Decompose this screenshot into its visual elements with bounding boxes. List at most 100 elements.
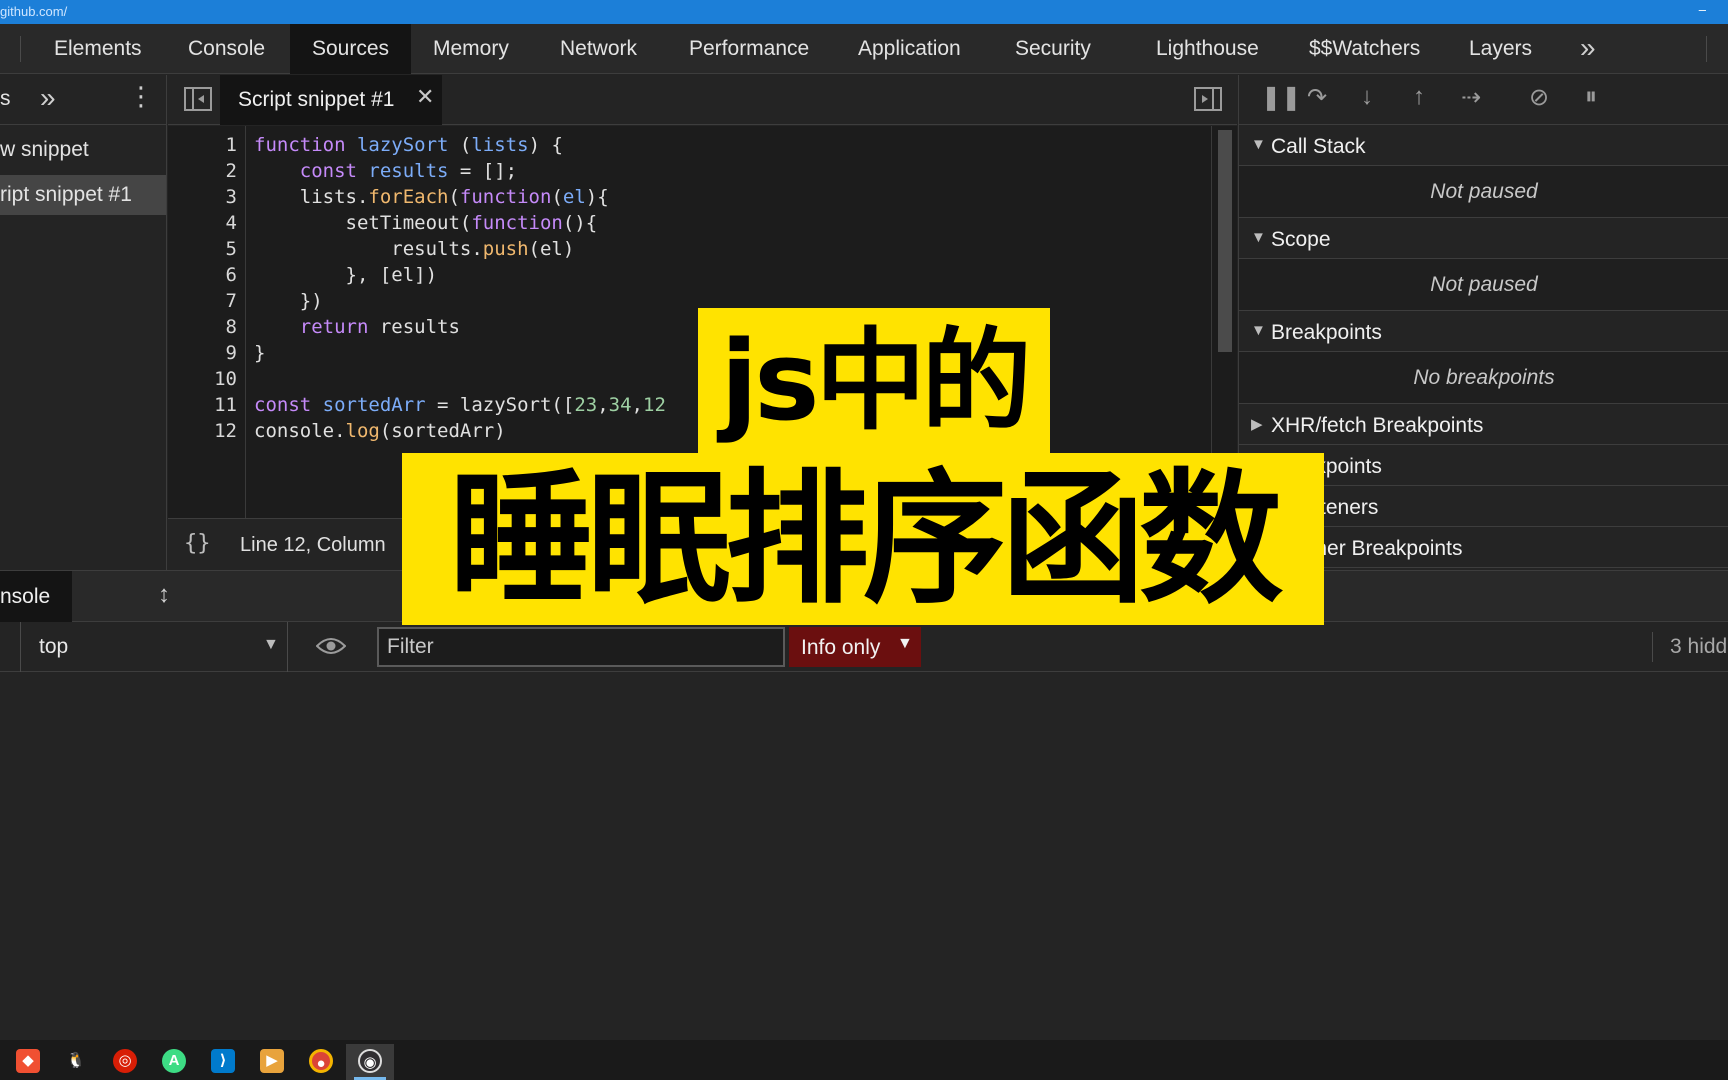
line-number: 10 bbox=[177, 366, 237, 392]
console-output[interactable] bbox=[0, 672, 1728, 1040]
line-number: 7 bbox=[177, 288, 237, 314]
navigator-tab-snippets[interactable]: s bbox=[0, 87, 11, 111]
code-token: (sortedArr) bbox=[380, 420, 506, 442]
code-token: }, [el]) bbox=[254, 264, 437, 286]
minimize-button[interactable]: – bbox=[1699, 2, 1706, 17]
console-toolbar: top ▼ Info only ▼ 3 hidd bbox=[0, 622, 1728, 672]
code-token: push bbox=[483, 238, 529, 260]
section-title: Breakpoints bbox=[1271, 321, 1382, 345]
editor-tab-strip: Script snippet #1 ✕ bbox=[168, 75, 1237, 125]
pretty-print-icon[interactable]: {} bbox=[184, 531, 211, 556]
qq-icon[interactable]: 🐧 bbox=[52, 1044, 100, 1080]
divider bbox=[20, 36, 21, 62]
chevron-down-icon: ▼ bbox=[263, 636, 279, 654]
debugger-section-header[interactable]: ▼ Breakpoints bbox=[1239, 312, 1728, 352]
debugger-section-header[interactable]: ▼Scope bbox=[1239, 219, 1728, 259]
code-token: results bbox=[380, 316, 460, 338]
divider bbox=[1652, 632, 1653, 662]
code-line[interactable]: }) bbox=[254, 288, 323, 314]
code-token: } bbox=[254, 342, 265, 364]
chrome-icon[interactable]: ● bbox=[297, 1044, 345, 1080]
eye-icon[interactable] bbox=[316, 636, 346, 656]
console-filter-input[interactable] bbox=[377, 627, 785, 667]
tab-security[interactable]: Security bbox=[1015, 24, 1091, 74]
new-snippet-item[interactable]: w snippet bbox=[0, 130, 166, 170]
code-line[interactable]: console.log(sortedArr) bbox=[254, 418, 506, 444]
drawer-tab-console[interactable]: nsole bbox=[0, 571, 72, 623]
android-studio-icon[interactable]: A bbox=[150, 1044, 198, 1080]
code-token: return bbox=[300, 316, 380, 338]
code-line[interactable]: results.push(el) bbox=[254, 236, 574, 262]
code-line[interactable]: }, [el]) bbox=[254, 262, 437, 288]
code-token: , bbox=[597, 394, 608, 416]
toggle-navigator-icon[interactable] bbox=[184, 87, 212, 111]
tab-watchers[interactable]: $$Watchers bbox=[1309, 24, 1420, 74]
debugger-toolbar: ❚❚ ↷ ↓ ↑ ⇢ ⊘ ⏸ bbox=[1239, 75, 1728, 125]
tab-elements[interactable]: Elements bbox=[54, 24, 142, 74]
editor-tab-snippet[interactable]: Script snippet #1 ✕ bbox=[220, 75, 442, 125]
code-line[interactable]: const sortedArr = lazySort([23,34,12 bbox=[254, 392, 666, 418]
debugger-section-header[interactable]: ▼Call Stack bbox=[1239, 126, 1728, 166]
drawer-tab-label: nsole bbox=[0, 585, 50, 609]
triangle-right-icon: ▶ bbox=[1251, 415, 1263, 433]
chevron-more-icon[interactable]: » bbox=[40, 82, 56, 114]
kebab-menu-icon[interactable]: ⋮ bbox=[128, 81, 154, 111]
tab-network[interactable]: Network bbox=[560, 24, 637, 74]
tab-layers[interactable]: Layers bbox=[1469, 24, 1532, 74]
tab-memory[interactable]: Memory bbox=[433, 24, 509, 74]
media-player-icon[interactable]: ▶ bbox=[248, 1044, 296, 1080]
tab-performance[interactable]: Performance bbox=[689, 24, 809, 74]
triangle-down-icon: ▼ bbox=[1251, 136, 1266, 153]
obs-icon[interactable]: ◉ bbox=[346, 1044, 394, 1080]
log-levels-dropdown[interactable]: Info only ▼ bbox=[789, 627, 921, 667]
netease-music-icon[interactable]: ◎ bbox=[101, 1044, 149, 1080]
tab-console[interactable]: Console bbox=[188, 24, 265, 74]
step-into-icon[interactable]: ↓ bbox=[1361, 83, 1373, 111]
os-taskbar: ◆ 🐧 ◎ A ⟩ ▶ ● ◉ bbox=[0, 1040, 1728, 1080]
pause-icon[interactable]: ❚❚ bbox=[1261, 83, 1301, 112]
code-token: console. bbox=[254, 420, 346, 442]
code-token: setTimeout( bbox=[254, 212, 471, 234]
step-over-icon[interactable]: ↷ bbox=[1307, 83, 1327, 112]
code-token: ( bbox=[551, 186, 562, 208]
pause-on-exceptions-icon[interactable]: ⏸ bbox=[1585, 83, 1597, 111]
toggle-debugger-icon[interactable] bbox=[1194, 87, 1222, 111]
tab-sources[interactable]: Sources bbox=[290, 24, 411, 74]
more-tabs-icon[interactable]: » bbox=[1580, 24, 1596, 74]
code-line[interactable]: setTimeout(function(){ bbox=[254, 210, 597, 236]
line-number: 2 bbox=[177, 158, 237, 184]
code-line[interactable]: } bbox=[254, 340, 265, 366]
code-line[interactable]: const results = []; bbox=[254, 158, 517, 184]
step-icon[interactable]: ⇢ bbox=[1461, 83, 1481, 112]
code-token: 23 bbox=[574, 394, 597, 416]
section-title: Scope bbox=[1271, 228, 1331, 252]
close-icon[interactable]: ✕ bbox=[416, 84, 434, 110]
code-line[interactable]: lists.forEach(function(el){ bbox=[254, 184, 609, 210]
snippet-file-item[interactable]: ript snippet #1 bbox=[0, 175, 166, 215]
execution-context-select[interactable]: top ▼ bbox=[20, 622, 288, 672]
code-token: results. bbox=[254, 238, 483, 260]
code-token: (el) bbox=[529, 238, 575, 260]
code-line[interactable]: function lazySort (lists) { bbox=[254, 132, 563, 158]
scrollbar-thumb[interactable] bbox=[1218, 130, 1232, 352]
code-token: forEach bbox=[368, 186, 448, 208]
debugger-section-header[interactable]: ▶XHR/fetch Breakpoints bbox=[1239, 405, 1728, 445]
tab-lighthouse[interactable]: Lighthouse bbox=[1156, 24, 1259, 74]
deactivate-breakpoints-icon[interactable]: ⊘ bbox=[1529, 83, 1549, 112]
line-number: 11 bbox=[177, 392, 237, 418]
divider bbox=[1706, 36, 1707, 62]
line-number: 3 bbox=[177, 184, 237, 210]
triangle-down-icon: ▼ bbox=[1251, 322, 1266, 339]
step-out-icon[interactable]: ↑ bbox=[1413, 83, 1425, 111]
code-token: (){ bbox=[563, 212, 597, 234]
hidden-messages-count: 3 hidd bbox=[1670, 635, 1727, 659]
vscode-icon[interactable]: ⟩ bbox=[199, 1044, 247, 1080]
chevron-down-icon: ▼ bbox=[897, 635, 913, 653]
code-line[interactable]: return results bbox=[254, 314, 460, 340]
code-token: log bbox=[346, 420, 380, 442]
git-icon[interactable]: ◆ bbox=[4, 1044, 52, 1080]
tab-application[interactable]: Application bbox=[858, 24, 961, 74]
resize-cursor-icon: ↕ bbox=[158, 581, 170, 609]
code-token: ( bbox=[448, 186, 459, 208]
code-token: sortedArr bbox=[323, 394, 437, 416]
